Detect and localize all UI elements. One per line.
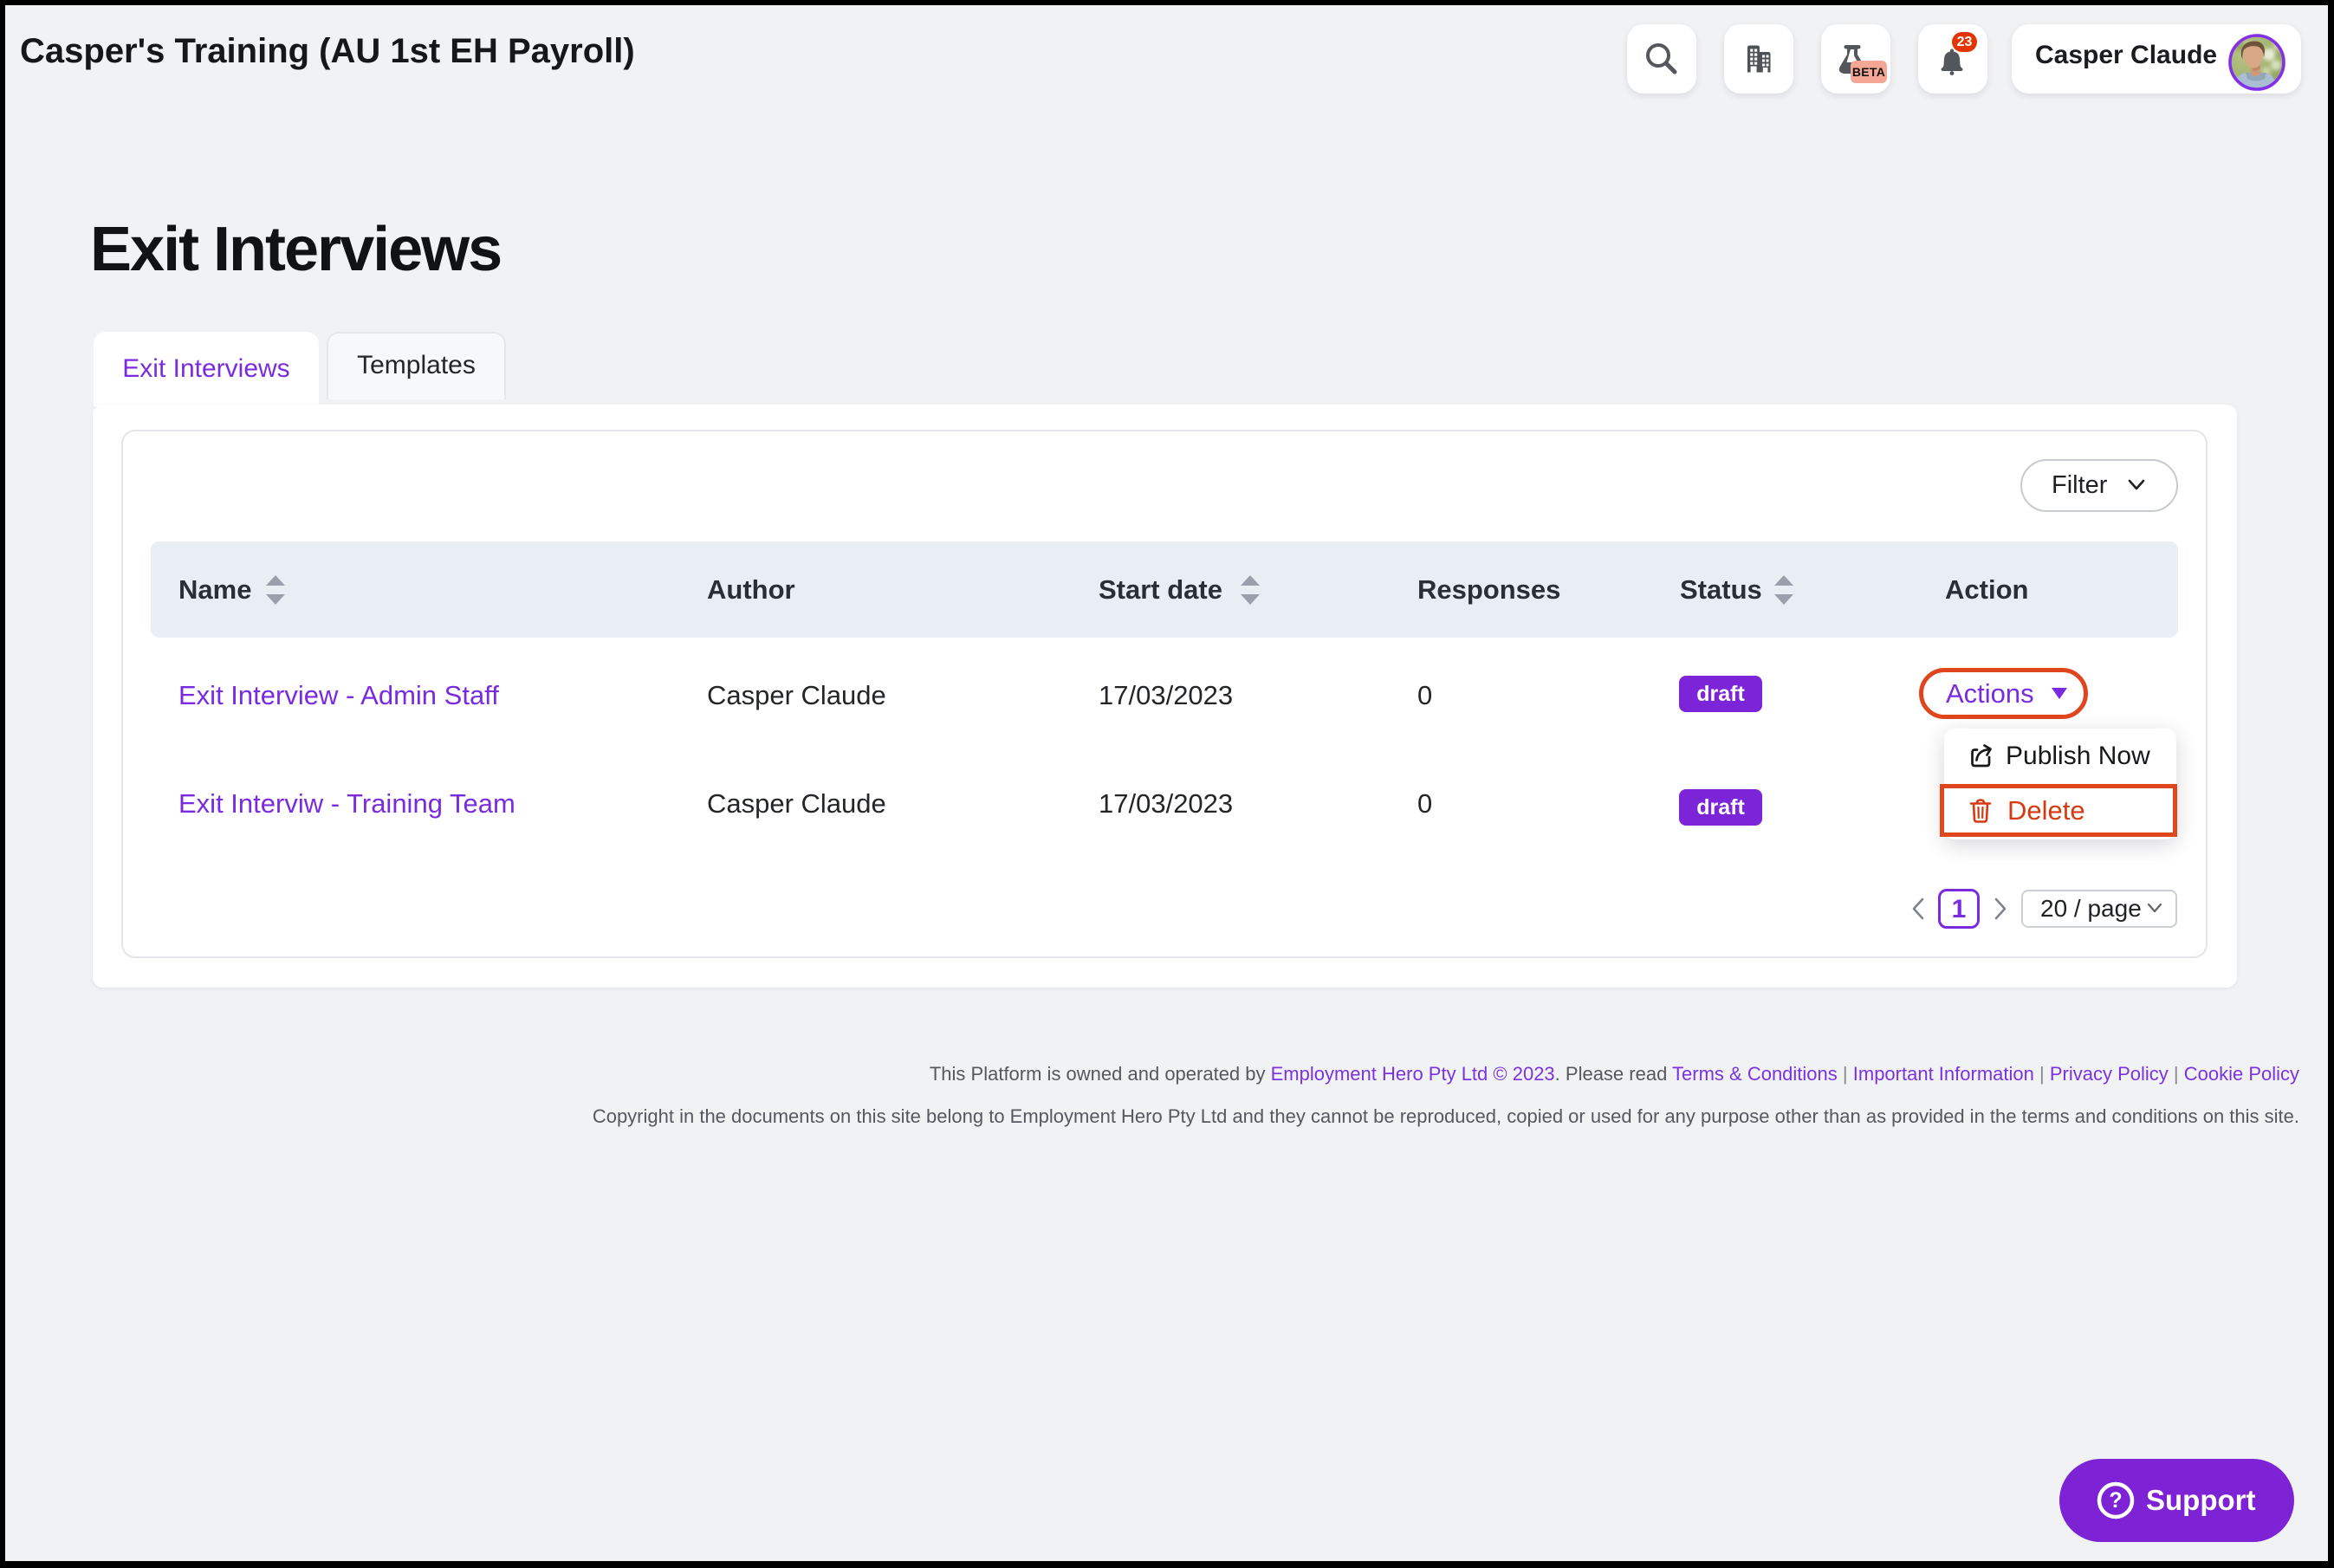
svg-text:?: ? — [2109, 1488, 2122, 1513]
